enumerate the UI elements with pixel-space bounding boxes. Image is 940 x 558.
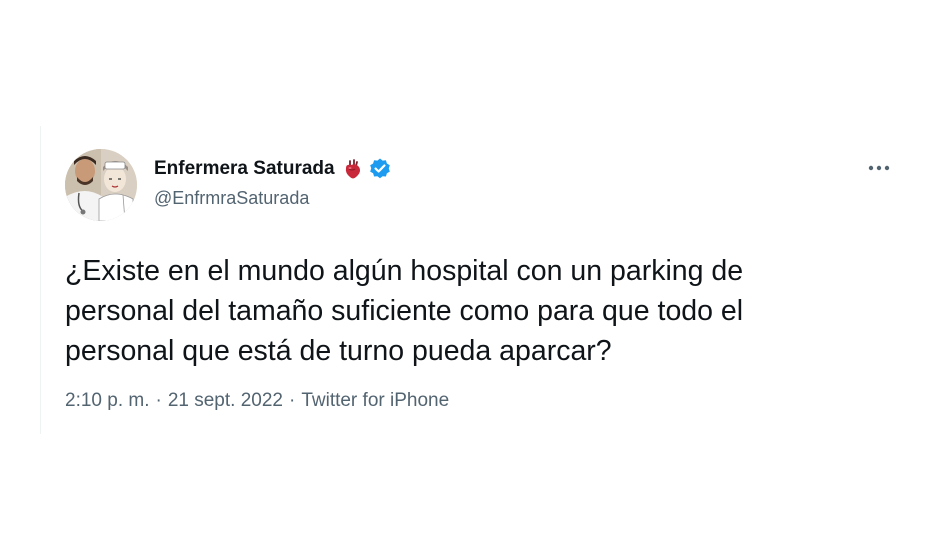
meta-separator: · xyxy=(155,390,162,411)
more-options-icon xyxy=(868,165,890,171)
tweet-time[interactable]: 2:10 p. m. xyxy=(65,390,150,412)
author-handle[interactable]: @EnfrmraSaturada xyxy=(154,188,309,209)
display-name[interactable]: Enfermera Saturada xyxy=(154,158,335,180)
avatar-image xyxy=(65,149,137,221)
tweet-card: Enfermera Saturada @EnfrmraSaturada ¿Exi… xyxy=(40,126,911,434)
tweet-text-line: personal del tamaño suficiente como para… xyxy=(65,295,744,327)
author-row: Enfermera Saturada xyxy=(154,156,392,182)
tweet-meta: 2:10 p. m. · 21 sept. 2022 · Twitter for… xyxy=(65,390,449,412)
tweet-source[interactable]: Twitter for iPhone xyxy=(301,390,449,412)
tweet-text-line: personal que está de turno pueda aparcar… xyxy=(65,335,612,367)
tweet-text: ¿Existe en el mundo algún hospital con u… xyxy=(65,251,895,371)
more-options-button[interactable] xyxy=(859,156,899,180)
anatomical-heart-icon xyxy=(343,158,363,180)
avatar[interactable] xyxy=(65,149,137,221)
tweet-text-line: ¿Existe en el mundo algún hospital con u… xyxy=(65,255,744,287)
tweet-date[interactable]: 21 sept. 2022 xyxy=(168,390,283,412)
verified-badge-icon xyxy=(368,157,392,181)
meta-separator: · xyxy=(288,390,296,411)
